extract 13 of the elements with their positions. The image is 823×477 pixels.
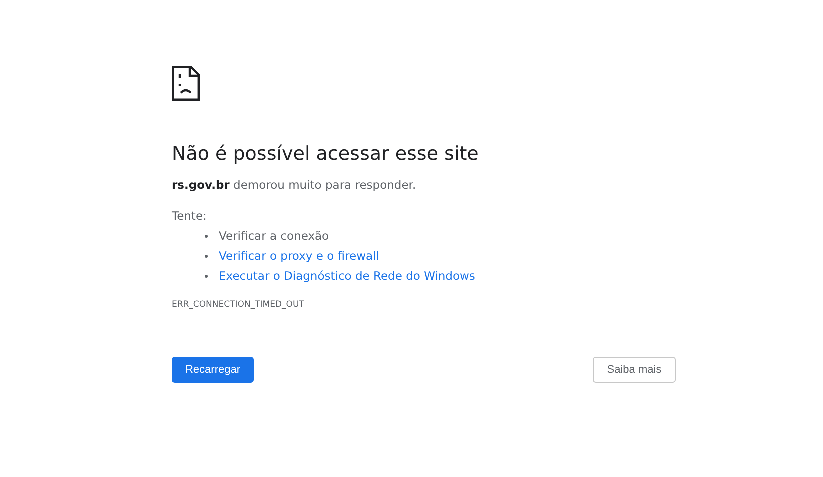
suggestion-link[interactable]: Verificar o proxy e o firewall xyxy=(219,249,380,263)
error-title: Não é possível acessar esse site xyxy=(172,143,480,165)
bullet-icon xyxy=(205,274,208,278)
bullet-icon xyxy=(205,234,208,238)
reload-button[interactable]: Recarregar xyxy=(172,357,254,383)
try-label: Tente: xyxy=(172,209,208,223)
sad-page-icon xyxy=(172,66,200,101)
suggestion-link[interactable]: Executar o Diagnóstico de Rede do Windows xyxy=(219,269,476,283)
error-message: rs.gov.br demorou muito para responder. xyxy=(172,178,418,192)
error-code: ERR_CONNECTION_TIMED_OUT xyxy=(172,300,306,310)
bullet-icon xyxy=(205,254,208,258)
suggestion-text: Verificar a conexão xyxy=(219,229,330,243)
learn-more-button[interactable]: Saiba mais xyxy=(593,357,676,383)
